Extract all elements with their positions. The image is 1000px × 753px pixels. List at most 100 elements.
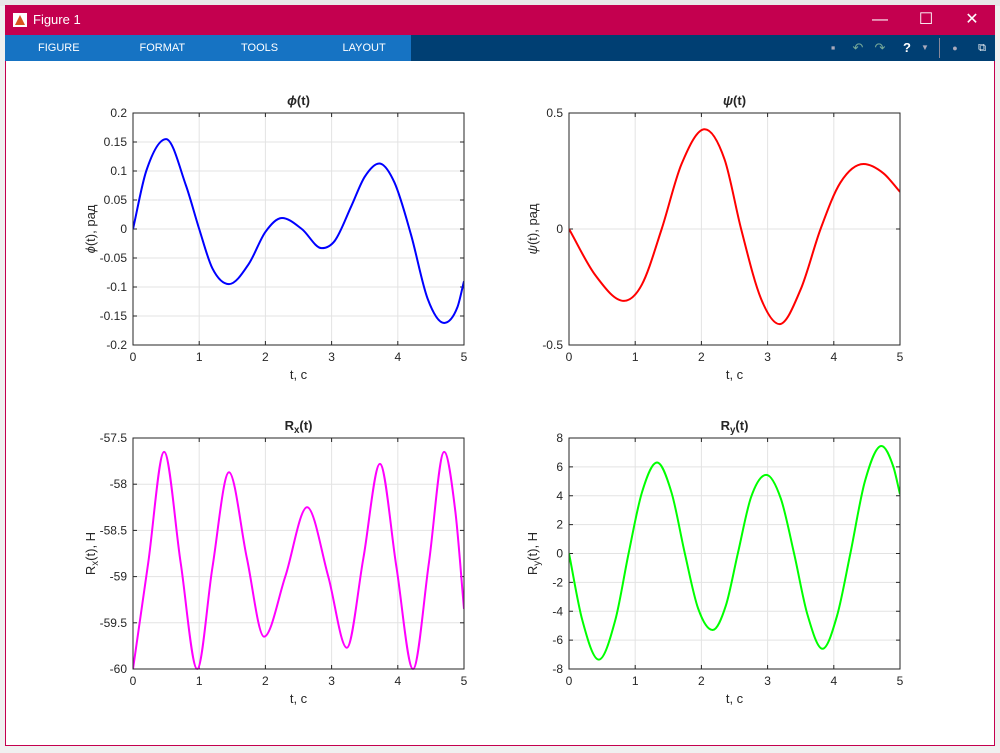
save-icon[interactable]: ▪ <box>824 39 842 57</box>
axes-box <box>132 437 465 670</box>
x-tick-label: 0 <box>566 350 573 364</box>
tab-figure[interactable]: FIGURE <box>5 35 107 61</box>
chart-1: 0 1 2 3 4 5-0.500.5ψ(t)t, cψ(t), рад <box>525 93 904 382</box>
minimize-button[interactable]: — <box>857 5 903 35</box>
y-tick-label: -8 <box>552 662 563 676</box>
tab-layout[interactable]: LAYOUT <box>310 35 412 61</box>
x-tick-label: 3 <box>764 350 771 364</box>
separator <box>939 38 940 58</box>
y-tick-label: 2 <box>556 518 563 532</box>
x-axis-label: t, c <box>290 367 308 382</box>
y-tick-label: -0.1 <box>106 280 127 294</box>
x-tick-label: 4 <box>394 674 401 688</box>
x-tick-label: 4 <box>830 674 837 688</box>
x-tick-label: 3 <box>764 674 771 688</box>
y-tick-label: -6 <box>552 633 563 647</box>
chart-2: 0 1 2 3 4 5 -60 -59.5 -59 -58.5 -58 -57.5 Rx(t) t, c R… <box>83 418 468 706</box>
y-tick-label: 0.2 <box>110 106 127 120</box>
toolstrip: FIGURE FORMAT TOOLS LAYOUT ▪ ↶ ↷ ? ▼ ● ⧉ <box>5 35 995 61</box>
x-tick-label: 4 <box>394 350 401 364</box>
text-main: R <box>525 566 540 575</box>
text-tail: (t), рад <box>83 204 98 246</box>
x-axis-label: t, c <box>726 367 744 382</box>
text-main: R <box>83 566 98 575</box>
text-tail: (t), Н <box>83 532 98 561</box>
y-tick-label: -59.5 <box>100 616 128 630</box>
redo-icon[interactable]: ↷ <box>871 39 889 57</box>
text-tail: (t) <box>297 93 310 108</box>
text-tail: (t) <box>299 418 312 433</box>
undo-icon[interactable]: ↶ <box>849 39 867 57</box>
y-tick-label: -58.5 <box>100 523 128 537</box>
figure-canvas: 0 1 2 3 4 5 -0.2 -0.15 -0.1 -0.05 0 0.05 0.1 0.15 0.2 ϕ… <box>6 61 994 745</box>
x-axis-label: t, c <box>726 691 744 706</box>
y-axis-label: Ry(t), Н <box>525 532 543 575</box>
text-tail: (t) <box>735 418 748 433</box>
dock-icon[interactable]: ⧉ <box>973 39 991 57</box>
y-tick-label: 6 <box>556 460 563 474</box>
y-tick-label: -60 <box>110 662 128 676</box>
quick-access-icon[interactable]: ● <box>946 39 964 57</box>
dropdown-icon[interactable]: ▼ <box>916 39 934 57</box>
x-tick-label: 4 <box>830 350 837 364</box>
y-tick-label: -58 <box>110 477 128 491</box>
x-tick-label: 5 <box>897 350 904 364</box>
y-tick-label: -59 <box>110 570 128 584</box>
figure-window: Figure 1 — ☐ ✕ FIGURE FORMAT TOOLS LAYOU… <box>5 5 995 746</box>
y-tick-label: -0.15 <box>100 309 128 323</box>
y-axis-label: Rx(t), Н <box>83 532 101 575</box>
x-tick-label: 1 <box>196 350 203 364</box>
chart-title: Ry(t) <box>721 418 749 436</box>
y-tick-label: 0 <box>120 222 127 236</box>
text-tail: (t), рад <box>525 203 540 245</box>
chart-title: ψ(t) <box>723 93 746 108</box>
x-tick-label: 0 <box>130 350 137 364</box>
y-tick-label: 8 <box>556 431 563 445</box>
y-tick-label: 0.15 <box>104 135 128 149</box>
x-tick-label: 2 <box>262 350 269 364</box>
chart-title: ϕ(t) <box>287 93 310 108</box>
plots-svg: 0 1 2 3 4 5 -0.2 -0.15 -0.1 -0.05 0 0.05 0.1 0.15 0.2 ϕ… <box>83 93 904 706</box>
y-tick-label: 0.1 <box>110 164 127 178</box>
chart-title: Rx(t) <box>285 418 313 436</box>
text-main: ψ <box>723 93 733 108</box>
text-main: ϕ <box>83 246 98 253</box>
text-tail: (t) <box>733 93 746 108</box>
x-tick-label: 1 <box>632 674 639 688</box>
y-tick-label: -0.05 <box>100 251 128 265</box>
tab-tools[interactable]: TOOLS <box>208 35 310 61</box>
maximize-button[interactable]: ☐ <box>903 5 949 35</box>
x-tick-label: 5 <box>461 674 468 688</box>
x-tick-label: 3 <box>328 350 335 364</box>
x-tick-label: 5 <box>461 350 468 364</box>
y-tick-label: 0 <box>556 547 563 561</box>
x-tick-label: 0 <box>566 674 573 688</box>
text-tail: (t), Н <box>525 532 540 561</box>
series-line <box>569 444 900 661</box>
x-tick-label: 2 <box>698 350 705 364</box>
text-main: ϕ <box>287 93 297 108</box>
help-icon[interactable]: ? <box>898 39 916 57</box>
series-line <box>569 128 900 326</box>
y-tick-label: 0 <box>556 222 563 236</box>
title-bar: Figure 1 — ☐ ✕ <box>5 5 995 35</box>
y-tick-label: -0.5 <box>542 338 563 352</box>
tab-format[interactable]: FORMAT <box>107 35 209 61</box>
x-tick-label: 2 <box>698 674 705 688</box>
chart-0: 0 1 2 3 4 5 -0.2 -0.15 -0.1 -0.05 0 0.05 0.1 0.15 0.2 ϕ… <box>83 93 468 382</box>
x-tick-label: 3 <box>328 674 335 688</box>
close-button[interactable]: ✕ <box>949 5 995 35</box>
x-tick-label: 5 <box>897 674 904 688</box>
window-title: Figure 1 <box>33 12 81 27</box>
x-tick-label: 2 <box>262 674 269 688</box>
x-tick-label: 0 <box>130 674 137 688</box>
y-tick-label: -2 <box>552 575 563 589</box>
y-tick-label: 0.05 <box>104 193 128 207</box>
y-tick-label: -0.2 <box>106 338 127 352</box>
y-tick-label: 0.5 <box>546 106 563 120</box>
x-axis-label: t, c <box>290 691 308 706</box>
y-tick-label: -57.5 <box>100 431 128 445</box>
y-axis-label: ψ(t), рад <box>525 203 540 254</box>
x-tick-label: 1 <box>632 350 639 364</box>
y-tick-label: 4 <box>556 489 563 503</box>
